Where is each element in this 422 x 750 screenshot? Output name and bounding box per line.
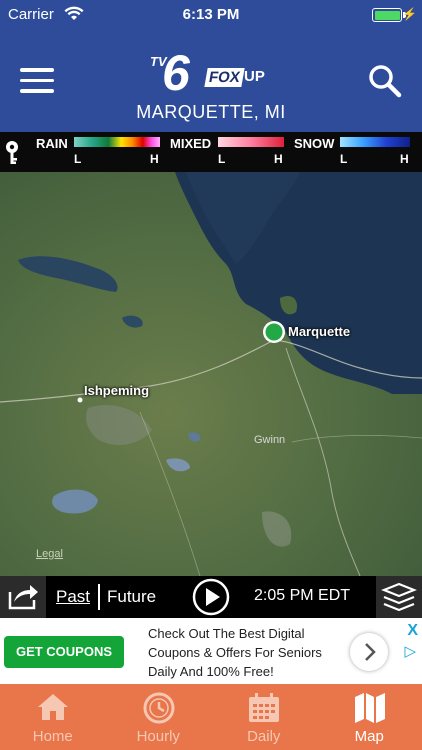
mixed-scale	[218, 137, 284, 147]
status-time: 6:13 PM	[182, 6, 240, 23]
tab-daily-label: Daily	[247, 728, 281, 745]
map-city-ishpeming: Ishpeming	[84, 383, 150, 398]
menu-button[interactable]	[20, 68, 54, 94]
share-button[interactable]	[0, 576, 46, 618]
layers-button[interactable]	[376, 576, 422, 618]
radar-timestamp: 2:05 PM EDT	[254, 587, 351, 604]
clock-icon	[143, 692, 174, 724]
snow-scale	[340, 137, 410, 147]
map-city-marquette: Marquette	[288, 324, 351, 339]
logo-six: 6	[162, 45, 190, 101]
charging-icon: ⚡	[402, 7, 417, 21]
map-icon	[354, 693, 385, 723]
legend-mixed-high: H	[274, 152, 283, 166]
ad-banner[interactable]: GET COUPONS Check Out The Best Digital C…	[0, 618, 422, 684]
tab-home-label: Home	[32, 728, 73, 745]
tab-home[interactable]: Home	[0, 684, 106, 750]
search-icon[interactable]	[368, 64, 402, 98]
legend-rain-low: L	[74, 152, 82, 166]
legal-link[interactable]: Legal	[36, 548, 63, 560]
layers-icon	[381, 582, 417, 612]
legend-mixed-low: L	[218, 152, 226, 166]
share-icon	[8, 585, 38, 610]
rain-scale	[74, 137, 160, 147]
key-icon[interactable]	[4, 140, 20, 166]
legend-snow-high: H	[400, 152, 409, 166]
adchoices-icon[interactable]: ▷	[404, 642, 416, 660]
map-terrain	[0, 172, 422, 576]
logo-fox: FOX	[204, 68, 245, 87]
tab-map-label: Map	[354, 728, 384, 745]
app-header: TV 6 FOX UP MARQUETTE, MI	[0, 30, 422, 132]
radar-map[interactable]: Marquette Ishpeming Legal	[0, 172, 422, 576]
calendar-icon	[249, 693, 279, 722]
radar-playback-bar: Past Future 2:05 PM EDT	[0, 576, 422, 618]
logo-up: UP	[244, 68, 265, 85]
get-coupons-button[interactable]: GET COUPONS	[4, 636, 124, 668]
ad-close-button[interactable]: X	[407, 622, 418, 640]
home-icon	[38, 694, 68, 720]
tab-daily[interactable]: Daily	[211, 684, 317, 750]
legend-mixed-label: MIXED	[170, 136, 212, 151]
precip-legend: RAIN L H MIXED L H SNOW L H	[0, 132, 422, 172]
play-button[interactable]	[191, 578, 231, 616]
battery-icon	[372, 8, 402, 22]
location-title: MARQUETTE, MI	[136, 102, 286, 122]
tab-hourly-label: Hourly	[136, 728, 180, 745]
future-toggle[interactable]: Future	[107, 587, 156, 607]
map-city-gwinn: Gwinn	[254, 434, 286, 446]
ad-open-button[interactable]	[350, 633, 388, 671]
tab-map[interactable]: Map	[317, 684, 422, 750]
legend-snow-low: L	[340, 152, 348, 166]
legend-snow-label: SNOW	[294, 136, 335, 151]
ad-text: Check Out The Best Digital Coupons & Off…	[148, 626, 322, 679]
past-toggle[interactable]: Past	[56, 587, 90, 607]
tab-hourly[interactable]: Hourly	[106, 684, 212, 750]
legend-rain-label: RAIN	[36, 136, 68, 151]
station-logo: TV 6 FOX UP	[148, 45, 276, 101]
chevron-right-icon	[365, 643, 376, 661]
status-bar: Carrier 6:13 PM ⚡	[0, 0, 422, 30]
legend-rain-high: H	[150, 152, 159, 166]
tab-bar: Home Hourly Daily Map	[0, 684, 422, 750]
